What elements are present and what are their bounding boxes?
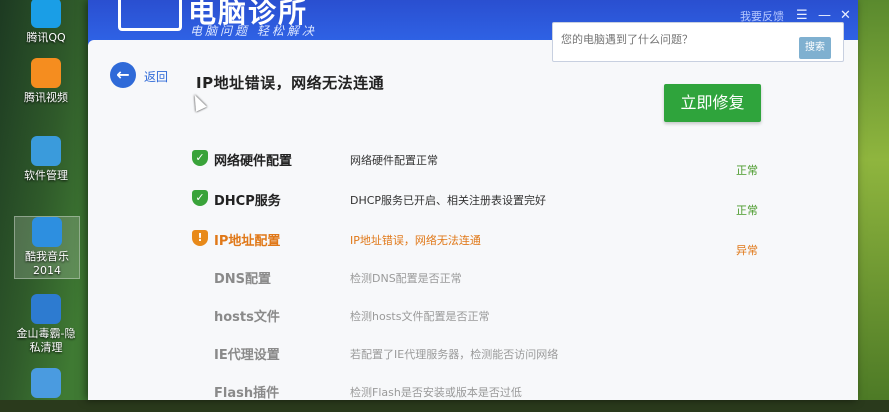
tencent-video-icon [31,58,61,88]
diagnosis-row: DNS配置 检测DNS配置是否正常 [88,264,858,298]
diagnosis-row: ✓ 网络硬件配置 网络硬件配置正常正常 [88,146,858,180]
qq-icon [31,0,61,28]
check-name: 网络硬件配置 [214,154,293,169]
check-description: 检测Flash是否安装或版本是否过低 [350,386,522,399]
check-status: 正常 [736,164,758,177]
check-name: DNS配置 [214,272,272,287]
app-icon [31,368,61,398]
shield-check-icon: ✓ [192,190,208,206]
check-description: 若配置了IE代理服务器，检测能否访问网络 [350,348,559,361]
search-input[interactable] [559,27,803,51]
repair-now-button[interactable]: 立即修复 [664,84,761,122]
privacy-clean-icon [31,294,61,324]
software-manager-icon [31,136,61,166]
back-arrow-icon[interactable]: ← [110,62,136,88]
check-name: hosts文件 [214,310,280,325]
check-status: 正常 [736,204,758,217]
check-status: 异常 [736,244,758,257]
check-description: 检测DNS配置是否正常 [350,272,462,285]
kuwo-music-icon [32,217,62,247]
check-name: IE代理设置 [214,348,280,363]
diagnosis-row: hosts文件 检测hosts文件配置是否正常 [88,302,858,336]
desktop-shortcut[interactable]: 酷我音乐 2014 [14,216,80,279]
check-description: IP地址错误，网络无法连通 [350,234,481,247]
menu-icon[interactable]: ☰ [796,8,808,23]
check-description: DHCP服务已开启、相关注册表设置完好 [350,194,547,207]
check-description: 网络硬件配置正常 [350,154,438,167]
monitor-logo-icon [118,0,182,31]
shield-check-icon: ✓ [192,150,208,166]
desktop-shortcut[interactable]: 腾讯QQ [14,0,78,45]
shield-warning-icon: ! [192,230,208,246]
close-icon[interactable]: ✕ [840,8,851,23]
search-box: 搜索 [552,22,844,62]
search-button[interactable]: 搜索 [799,37,831,59]
desktop-shortcut-label: 腾讯QQ [26,31,66,44]
desktop-shortcut[interactable]: 金山毒霸-隐 私清理 [14,294,78,355]
check-description: 检测hosts文件配置是否正常 [350,310,490,323]
diagnosis-row: Flash插件 检测Flash是否安装或版本是否过低 [88,378,858,412]
diagnosis-row: ! IP地址配置 IP地址错误，网络无法连通异常 [88,226,858,260]
desktop-shortcut[interactable]: 腾讯视频 [14,58,78,105]
check-name: DHCP服务 [214,194,281,209]
desktop-shortcut-label: 软件管理 [24,169,68,182]
check-name: Flash插件 [214,386,280,401]
page-title: IP地址错误，网络无法连通 [196,74,385,92]
check-name: IP地址配置 [214,234,281,249]
pc-clinic-window: 电脑诊所 电脑问题 轻松解决 我要反馈 ☰ — ✕ ← 返回 IP地址错误，网络… [88,0,858,401]
desktop-shortcut[interactable] [14,368,78,401]
diagnosis-row: IE代理设置 若配置了IE代理服务器，检测能否访问网络 [88,340,858,374]
back-link[interactable]: 返回 [144,68,168,85]
desktop-shortcut[interactable]: 软件管理 [14,136,78,183]
app-subtitle: 电脑问题 轻松解决 [190,24,317,38]
desktop-shortcut-label: 金山毒霸-隐 私清理 [16,327,76,354]
desktop-shortcut-label: 腾讯视频 [24,91,68,104]
diagnosis-row: ✓ DHCP服务 DHCP服务已开启、相关注册表设置完好正常 [88,186,858,220]
desktop-shortcut-label: 酷我音乐 2014 [25,250,69,277]
minimize-icon[interactable]: — [818,8,831,23]
main-content: ← 返回 IP地址错误，网络无法连通 立即修复 ✓ 网络硬件配置 网络硬件配置正常正… [88,40,858,401]
